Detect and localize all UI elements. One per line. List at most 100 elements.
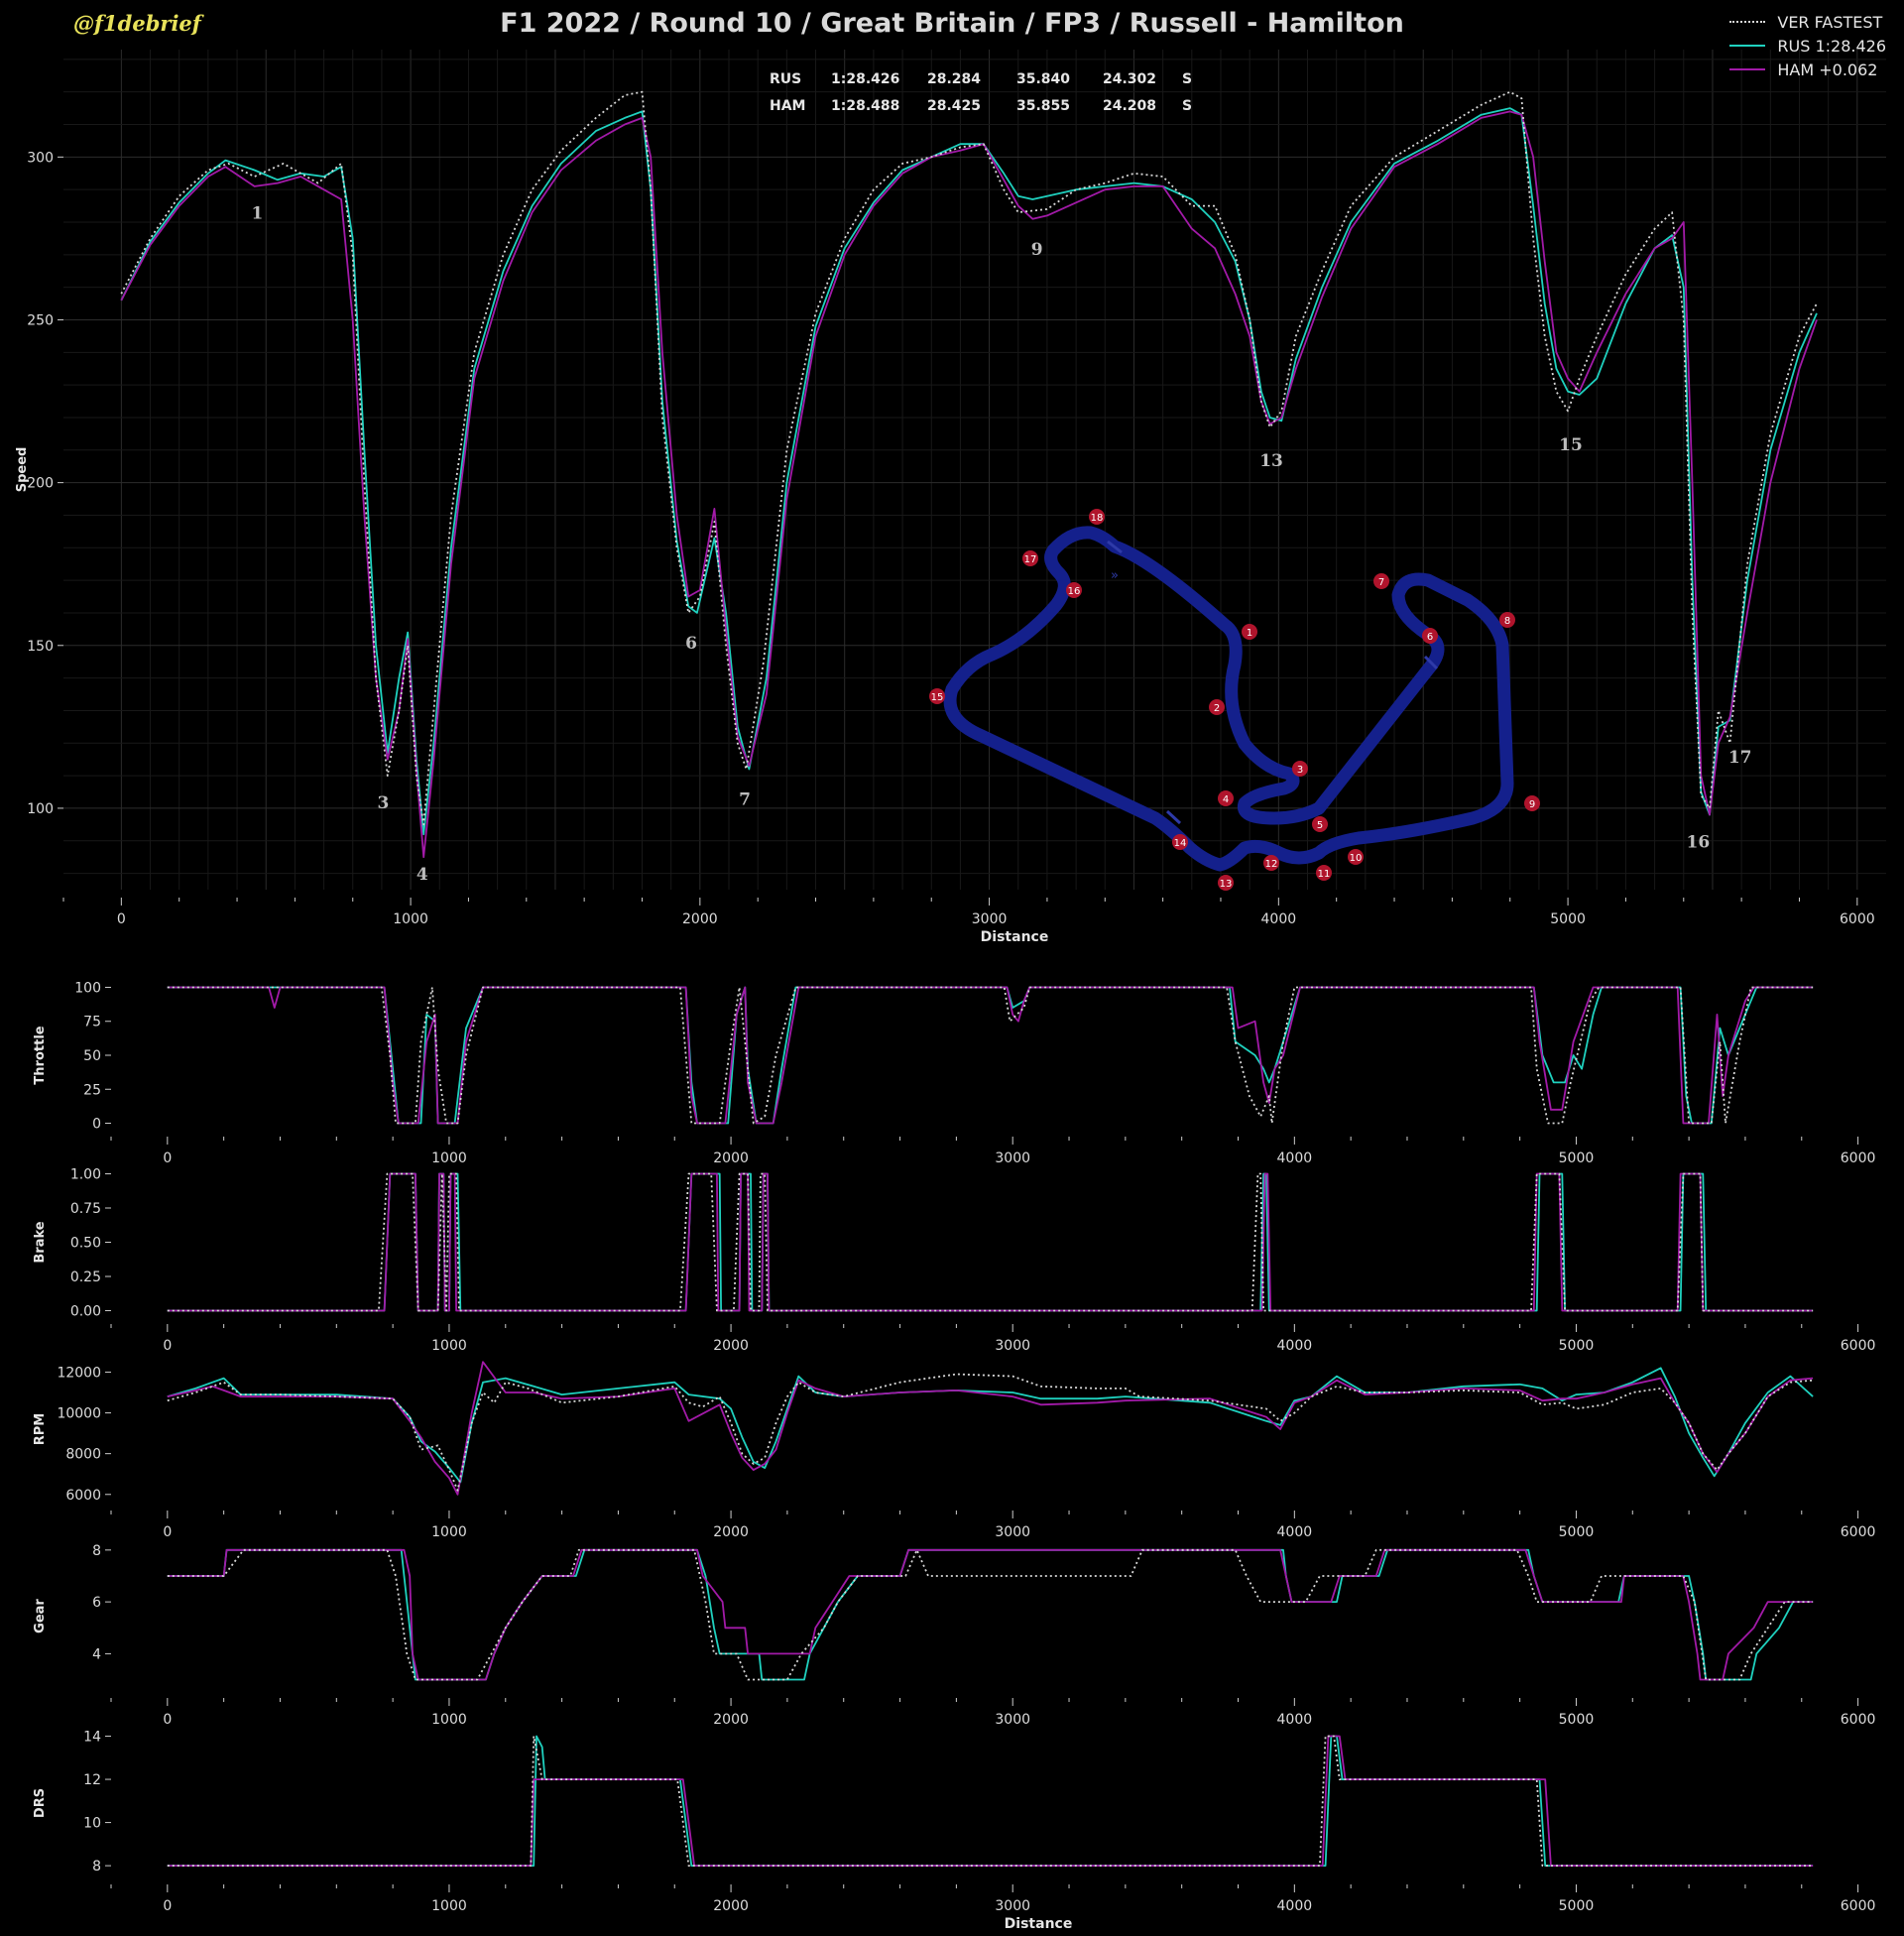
corner-marker-label: 5 — [1317, 820, 1323, 831]
x-tick-label: 2000 — [682, 911, 718, 927]
series-line-ham — [120, 110, 1818, 859]
x-tick-label: 2000 — [713, 1338, 749, 1354]
x-tick-label: 1000 — [431, 1150, 467, 1166]
y-tick-label: 100 — [27, 801, 54, 817]
corner-label: 7 — [739, 790, 751, 810]
y-tick-label: 0.00 — [70, 1303, 101, 1319]
x-tick-label: 1000 — [393, 911, 428, 927]
series-line-ham — [167, 1172, 1814, 1312]
corner-marker-label: 13 — [1220, 879, 1233, 890]
sector-flag: S — [1182, 97, 1193, 114]
corner-label: 17 — [1728, 748, 1752, 768]
sector-lap: 1:28.426 — [831, 70, 900, 87]
x-tick-label: 5000 — [1559, 1712, 1595, 1728]
x-tick-label: 5000 — [1559, 1150, 1595, 1166]
x-tick-label: 6000 — [1840, 911, 1875, 927]
x-tick-label: 3000 — [995, 1898, 1030, 1914]
panel-gear: 4 6 8 0 1000 2000 3000 4000 5000 6000 Gear — [33, 1543, 1875, 1728]
y-tick-label: 8 — [92, 1543, 101, 1559]
sector-s1: 28.425 — [927, 97, 982, 114]
series-line-rus — [167, 1735, 1814, 1867]
sector-driver: RUS — [770, 70, 802, 87]
y-axis-label: Speed — [15, 447, 30, 493]
sector-s1: 28.284 — [927, 70, 982, 87]
track-map: »123456789101112131415161718 — [929, 509, 1540, 891]
legend-entry-ver: VER FASTEST — [1729, 10, 1886, 34]
series-line-ver — [120, 90, 1818, 826]
sector-lap: 1:28.488 — [831, 97, 900, 114]
x-tick-label: 3000 — [972, 911, 1008, 927]
sector-flag: S — [1182, 70, 1193, 87]
series-line-ham — [167, 1735, 1814, 1867]
panel-drs: 8 10 12 14 0 1000 2000 3000 4000 5000 6000 DRS Dista… — [33, 1730, 1875, 1932]
chart-title: F1 2022 / Round 10 / Great Britain / FP3… — [500, 8, 1404, 39]
legend-label-ham: HAM +0.062 — [1777, 60, 1878, 79]
y-tick-label: 8 — [92, 1859, 101, 1875]
x-tick-label: 2000 — [713, 1898, 749, 1914]
corner-marker-label: 1 — [1247, 628, 1252, 639]
sector-s3: 24.302 — [1103, 70, 1157, 87]
x-tick-label: 5000 — [1559, 1898, 1595, 1914]
legend-entry-ham: HAM +0.062 — [1729, 58, 1886, 81]
x-tick-label: 1000 — [431, 1898, 467, 1914]
y-tick-label: 6 — [92, 1595, 101, 1611]
series-line-rus — [167, 1172, 1814, 1312]
x-tick-label: 6000 — [1841, 1524, 1876, 1540]
x-tick-label: 6000 — [1841, 1712, 1876, 1728]
x-axis-label: Distance — [981, 929, 1049, 945]
x-tick-label: 6000 — [1841, 1150, 1876, 1166]
y-axis-label: Brake — [33, 1221, 48, 1263]
x-tick-label: 2000 — [713, 1712, 749, 1728]
sector-driver: HAM — [770, 97, 806, 114]
x-tick-label: 5000 — [1550, 911, 1586, 927]
y-tick-label: 150 — [27, 639, 54, 655]
sector-row-rus: RUS 1:28.426 28.284 35.840 24.302 S — [770, 65, 1202, 92]
legend-label-rus: RUS 1:28.426 — [1777, 36, 1886, 56]
corner-marker-label: 14 — [1174, 838, 1187, 849]
y-tick-label: 0.75 — [70, 1201, 101, 1217]
panel-brake: 0.00 0.25 0.50 0.75 1.00 0 1000 2000 3000 4000 500… — [33, 1167, 1875, 1354]
corner-label: 9 — [1031, 240, 1043, 260]
corner-marker-label: 17 — [1024, 554, 1037, 565]
corner-marker-label: 16 — [1068, 586, 1081, 597]
y-tick-label: 6000 — [65, 1488, 101, 1504]
legend: VER FASTEST RUS 1:28.426 HAM +0.062 — [1729, 10, 1886, 81]
legend-swatch-rus — [1729, 45, 1766, 47]
corner-marker-label: 6 — [1427, 632, 1433, 643]
corner-marker-label: 15 — [931, 692, 944, 703]
brand-watermark: @f1debrief — [73, 11, 201, 36]
corner-marker-label: 10 — [1350, 853, 1363, 864]
y-tick-label: 8000 — [65, 1447, 101, 1463]
y-tick-label: 100 — [74, 980, 101, 996]
x-tick-label: 6000 — [1841, 1898, 1876, 1914]
sector-row-ham: HAM 1:28.488 28.425 35.855 24.208 S — [770, 92, 1202, 119]
y-tick-label: 0 — [92, 1117, 101, 1133]
y-tick-label: 0.50 — [70, 1236, 101, 1252]
sector-table: RUS 1:28.426 28.284 35.840 24.302 S HAM … — [770, 65, 1202, 119]
series-line-ver — [167, 1172, 1814, 1312]
y-axis-label: DRS — [33, 1788, 48, 1818]
x-tick-label: 4000 — [1277, 1898, 1313, 1914]
y-tick-label: 12 — [83, 1772, 101, 1788]
x-tick-label: 4000 — [1277, 1524, 1313, 1540]
panel-rpm: 6000 8000 10000 12000 0 1000 2000 3000 4000 5000 6… — [33, 1361, 1876, 1540]
y-axis-label: Throttle — [33, 1026, 48, 1084]
corner-marker-label: 11 — [1318, 869, 1331, 880]
corner-marker-label: 4 — [1223, 794, 1229, 805]
x-tick-label: 3000 — [995, 1150, 1030, 1166]
corner-marker-label: 12 — [1265, 859, 1278, 870]
series-line-rus — [167, 1367, 1814, 1484]
corner-marker-label: 8 — [1504, 616, 1510, 627]
y-tick-label: 1.00 — [70, 1167, 101, 1183]
x-axis-label: Distance — [1005, 1916, 1073, 1932]
y-tick-label: 10000 — [57, 1406, 101, 1422]
x-tick-label: 5000 — [1559, 1524, 1595, 1540]
corner-label: 3 — [377, 793, 389, 813]
corner-marker-label: 18 — [1091, 513, 1104, 524]
x-tick-label: 0 — [163, 1712, 172, 1728]
y-tick-label: 14 — [83, 1730, 101, 1746]
y-tick-label: 10 — [83, 1816, 101, 1832]
x-tick-label: 0 — [163, 1338, 172, 1354]
y-tick-label: 12000 — [57, 1365, 101, 1381]
x-tick-label: 4000 — [1277, 1150, 1313, 1166]
